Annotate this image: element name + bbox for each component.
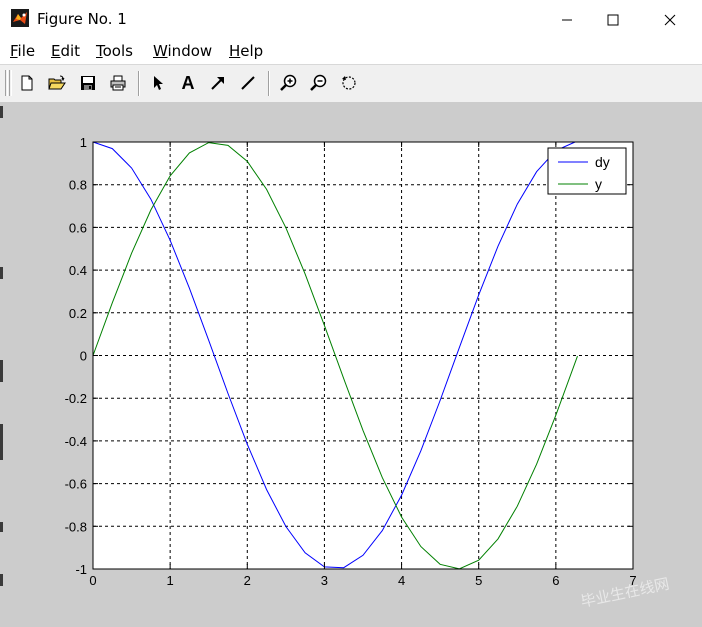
maximize-button[interactable]: [586, 0, 640, 40]
toolbar-grip[interactable]: [9, 70, 12, 96]
x-tick-label: 1: [167, 573, 174, 588]
select-arrow-button[interactable]: [146, 71, 170, 95]
left-edge-mark: [0, 267, 3, 279]
y-tick-label: 1: [80, 135, 87, 150]
menu-file[interactable]: File: [10, 42, 35, 60]
rotate-3d-button[interactable]: [337, 71, 361, 95]
toolbar: A: [0, 64, 702, 102]
x-tick-label: 4: [398, 573, 405, 588]
toolbar-grip[interactable]: [5, 70, 8, 96]
matlab-logo-icon: [11, 9, 29, 27]
zoom-in-icon: [280, 74, 297, 91]
print-icon: [110, 75, 126, 91]
x-tick-label: 0: [89, 573, 96, 588]
toolbar-separator: [268, 71, 270, 96]
zoom-in-button[interactable]: [277, 71, 301, 95]
save-icon: [81, 76, 95, 90]
legend-label-dy: dy: [595, 154, 610, 170]
left-edge-mark: [0, 106, 3, 118]
insert-arrow-button[interactable]: [206, 71, 230, 95]
menu-tools[interactable]: Tools: [96, 42, 133, 60]
x-tick-label: 5: [475, 573, 482, 588]
rotate-3d-icon: [342, 76, 356, 90]
y-tick-label: -0.6: [65, 477, 87, 492]
zoom-out-button[interactable]: [307, 71, 331, 95]
y-tick-label: -0.4: [65, 434, 87, 449]
x-tick-label: 3: [321, 573, 328, 588]
y-tick-label: 0: [80, 349, 87, 364]
new-figure-icon: [21, 75, 33, 91]
insert-text-button[interactable]: A: [176, 71, 200, 95]
insert-line-button[interactable]: [236, 71, 260, 95]
y-tick-label: -1: [75, 562, 87, 577]
x-tick-label: 2: [244, 573, 251, 588]
open-file-button[interactable]: [45, 71, 69, 95]
y-tick-label: 0.2: [69, 306, 87, 321]
menu-window[interactable]: Window: [153, 42, 212, 60]
y-tick-label: 0.4: [69, 263, 87, 278]
toolbar-separator: [138, 71, 140, 96]
window-title: Figure No. 1: [37, 10, 127, 28]
title-bar: Figure No. 1: [0, 0, 702, 40]
menu-help[interactable]: Help: [229, 42, 263, 60]
select-arrow-icon: [154, 76, 163, 90]
menu-edit[interactable]: Edit: [51, 42, 80, 60]
new-figure-button[interactable]: [15, 71, 39, 95]
y-tick-label: -0.2: [65, 391, 87, 406]
y-tick-label: 0.6: [69, 220, 87, 235]
legend-box: [547, 147, 627, 195]
close-icon: [664, 14, 676, 26]
open-file-icon: [48, 75, 66, 90]
left-edge-mark: [0, 522, 3, 532]
left-edge-mark: [0, 360, 3, 382]
plot-chart: 0 1 2 3 4 5 6 710.80.60.40.20-0.2-0.4-0.6-0.8-1…: [65, 135, 671, 611]
save-button[interactable]: [76, 71, 100, 95]
legend-label-y: y: [595, 176, 602, 192]
menu-bar: File Edit Tools Window Help: [0, 40, 702, 64]
left-edge-mark: [0, 574, 3, 586]
insert-arrow-icon: [211, 77, 224, 90]
x-tick-label: 6: [552, 573, 559, 588]
maximize-icon: [607, 14, 619, 26]
figure-canvas[interactable]: 0 1 2 3 4 5 6 7 1 0.8 0.6 0.4 0.2 0 -0.2 -0.4 -0.6 -0.8 -1…: [0, 102, 702, 627]
zoom-out-icon: [310, 74, 327, 91]
print-button[interactable]: [106, 71, 130, 95]
insert-line-icon: [241, 76, 255, 90]
y-tick-label: 0.8: [69, 178, 87, 193]
y-tick-label: -0.8: [65, 519, 87, 534]
close-button[interactable]: [643, 0, 697, 40]
watermark-text: 毕业生在线网: [579, 575, 671, 611]
left-edge-mark: [0, 424, 3, 460]
minimize-icon: [562, 19, 572, 21]
insert-text-icon: A: [181, 72, 195, 93]
